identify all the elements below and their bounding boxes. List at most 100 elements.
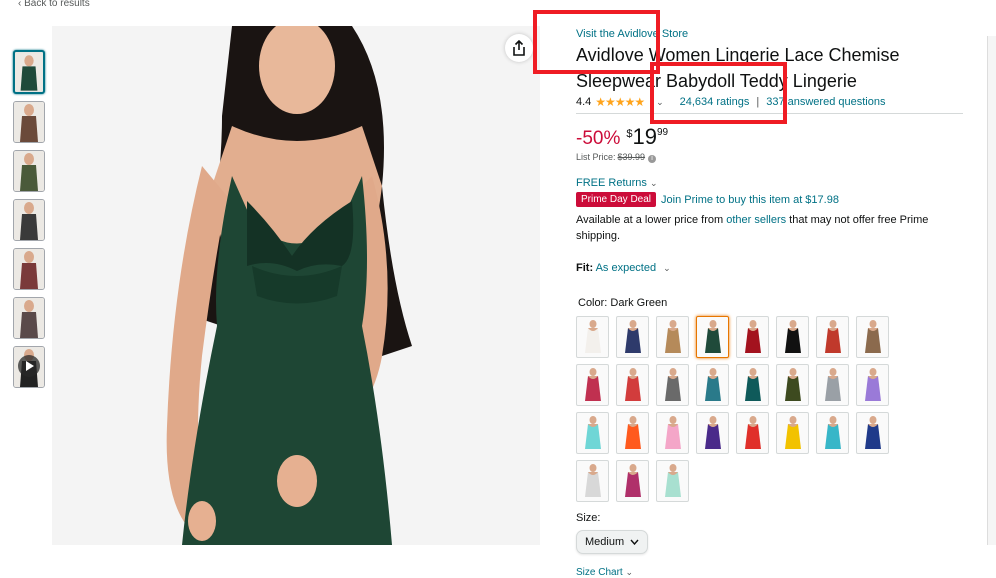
thumbnail-photo: [14, 249, 44, 289]
back-to-results-link[interactable]: ‹ Back to results: [18, 0, 90, 9]
color-swatch[interactable]: [776, 412, 809, 454]
discount-percent: -50%: [576, 128, 621, 149]
free-returns-link[interactable]: FREE Returns ⌄: [576, 177, 963, 189]
color-swatch[interactable]: [856, 364, 889, 406]
color-swatch[interactable]: [576, 460, 609, 502]
color-swatch[interactable]: [696, 412, 729, 454]
color-swatch[interactable]: [816, 412, 849, 454]
fit-value-link[interactable]: As expected: [596, 262, 657, 274]
color-swatch[interactable]: [736, 364, 769, 406]
swatch-photo: [704, 368, 721, 401]
color-swatch[interactable]: [616, 316, 649, 358]
image-thumbnail[interactable]: [13, 101, 45, 143]
highlight-box-ratings: [650, 62, 787, 124]
share-icon: [513, 40, 525, 56]
swatch-photo: [824, 416, 841, 449]
color-swatch[interactable]: [616, 412, 649, 454]
availability-note: Available at a lower price from other se…: [576, 214, 929, 242]
swatch-photo: [584, 464, 601, 497]
thumbnail-photo: [14, 151, 44, 191]
page-scrollbar[interactable]: [987, 36, 996, 545]
image-thumbnail[interactable]: [13, 150, 45, 192]
video-thumbnail[interactable]: [13, 346, 45, 388]
swatch-photo: [624, 368, 641, 401]
prime-deal-row: Prime Day Deal Join Prime to buy this it…: [576, 192, 963, 207]
swatch-photo: [784, 320, 801, 353]
color-swatch[interactable]: [696, 316, 729, 358]
size-dropdown[interactable]: Medium: [576, 530, 649, 554]
swatch-photo: [704, 416, 721, 449]
selected-color: Dark Green: [610, 297, 668, 309]
chevron-down-icon: ⌄: [663, 263, 671, 273]
swatch-photo: [624, 320, 641, 353]
color-swatch[interactable]: [696, 364, 729, 406]
main-product-image[interactable]: [52, 26, 540, 545]
color-swatch[interactable]: [856, 316, 889, 358]
color-swatch[interactable]: [576, 316, 609, 358]
thumbnail-strip: [13, 50, 47, 395]
color-swatch[interactable]: [776, 364, 809, 406]
fit-row: Fit: As expected ⌄: [576, 262, 671, 274]
chevron-down-icon: ⌄: [649, 178, 658, 188]
color-swatch[interactable]: [656, 364, 689, 406]
swatch-photo: [824, 320, 841, 353]
price-cents: 99: [656, 127, 669, 138]
color-swatch[interactable]: [776, 316, 809, 358]
other-sellers-link[interactable]: other sellers: [726, 214, 786, 226]
color-swatch[interactable]: [616, 364, 649, 406]
swatch-photo: [664, 320, 681, 353]
color-swatch[interactable]: [736, 412, 769, 454]
swatch-photo: [864, 320, 881, 353]
swatch-photo: [744, 416, 761, 449]
color-swatch[interactable]: [656, 316, 689, 358]
swatch-photo: [824, 368, 841, 401]
swatch-photo: [864, 416, 881, 449]
swatch-photo: [664, 416, 681, 449]
share-button[interactable]: [505, 34, 533, 62]
swatch-photo: [584, 368, 601, 401]
color-swatches: [576, 316, 963, 502]
prime-day-deal-badge: Prime Day Deal: [576, 192, 657, 207]
thumbnail-photo: [14, 200, 44, 240]
image-thumbnail[interactable]: [13, 248, 45, 290]
swatch-photo: [704, 320, 721, 353]
color-swatch[interactable]: [656, 412, 689, 454]
image-thumbnail[interactable]: [13, 297, 45, 339]
color-swatch[interactable]: [856, 412, 889, 454]
join-prime-link[interactable]: Join Prime to buy this item at $17.98: [661, 194, 839, 206]
swatch-photo: [584, 320, 601, 353]
swatch-photo: [624, 416, 641, 449]
chevron-down-icon: [630, 539, 639, 545]
color-swatch[interactable]: [816, 364, 849, 406]
swatch-photo: [744, 368, 761, 401]
star-rating-icon[interactable]: ★★★★★: [595, 95, 645, 109]
chevron-down-icon: ⌄: [625, 567, 634, 577]
model-photo: [52, 26, 540, 545]
swatch-photo: [624, 464, 641, 497]
swatch-photo: [784, 368, 801, 401]
image-thumbnail[interactable]: [13, 199, 45, 241]
rating-value: 4.4: [576, 96, 592, 108]
color-swatch[interactable]: [816, 316, 849, 358]
list-price: List Price: $39.99 i: [576, 152, 963, 163]
price-whole: 19: [632, 124, 657, 149]
size-chart-link[interactable]: Size Chart ⌄: [576, 567, 963, 578]
play-icon: [18, 355, 40, 377]
size-label: Size:: [576, 512, 601, 524]
price-block: -50% $ 19 99: [576, 124, 963, 150]
color-swatch[interactable]: [576, 412, 609, 454]
color-swatch[interactable]: [576, 364, 609, 406]
color-swatch[interactable]: [616, 460, 649, 502]
color-swatch[interactable]: [656, 460, 689, 502]
highlight-box-store: [533, 10, 660, 74]
swatch-photo: [744, 320, 761, 353]
swatch-photo: [664, 368, 681, 401]
swatch-photo: [784, 416, 801, 449]
swatch-photo: [664, 464, 681, 497]
swatch-photo: [584, 416, 601, 449]
swatch-photo: [864, 368, 881, 401]
info-icon[interactable]: i: [648, 155, 657, 163]
color-label: Color: Dark Green: [578, 297, 668, 309]
image-thumbnail[interactable]: [13, 50, 45, 94]
color-swatch[interactable]: [736, 316, 769, 358]
